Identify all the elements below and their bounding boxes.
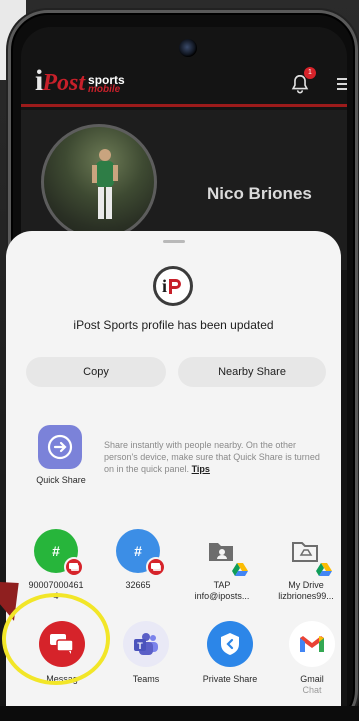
hamburger-menu-icon[interactable] xyxy=(337,78,347,90)
folder-icon xyxy=(200,529,248,576)
notification-badge: 1 xyxy=(304,67,316,79)
sheet-drag-handle[interactable] xyxy=(163,240,185,243)
share-app-teams[interactable]: T Teams xyxy=(106,621,186,685)
quick-share-icon[interactable] xyxy=(38,425,82,469)
front-camera xyxy=(179,39,197,57)
highlight-circle-annotation xyxy=(2,593,110,685)
player-name: Nico Briones xyxy=(207,184,312,203)
phone-bottom-bezel xyxy=(0,706,359,721)
quick-share-label: Quick Share xyxy=(36,475,86,485)
private-share-icon xyxy=(207,621,253,667)
tips-link[interactable]: Tips xyxy=(192,464,210,474)
google-drive-icon xyxy=(232,563,248,576)
teams-icon: T xyxy=(123,621,169,667)
direct-share-contact-2[interactable]: # 32665 xyxy=(98,529,178,591)
share-app-private-share[interactable]: Private Share xyxy=(190,621,270,685)
svg-text:i: i xyxy=(162,276,167,296)
messages-badge-icon xyxy=(146,557,166,577)
contact-avatar: # xyxy=(34,529,84,577)
copy-button[interactable]: Copy xyxy=(26,357,166,387)
ipost-sports-logo[interactable]: i Post sports mobile xyxy=(35,65,125,96)
profile-avatar[interactable] xyxy=(41,124,157,240)
direct-share-contact-1[interactable]: # 90007000461 4 xyxy=(16,529,96,602)
share-app-gmail[interactable]: Gmail Chat xyxy=(272,621,352,696)
quick-share-description: Share instantly with people nearby. On t… xyxy=(104,440,320,474)
gmail-icon xyxy=(289,621,335,667)
messages-badge-icon xyxy=(64,557,84,577)
folder-icon xyxy=(284,529,332,576)
google-drive-icon xyxy=(316,563,332,576)
direct-share-drive-mydrive[interactable]: My Drive lizbriones99... xyxy=(266,529,346,602)
ipost-app-icon: i xyxy=(153,266,193,306)
contact-avatar: # xyxy=(116,529,166,577)
player-photo xyxy=(92,149,118,219)
nearby-share-button[interactable]: Nearby Share xyxy=(178,357,326,387)
share-sheet-title: iPost Sports profile has been updated xyxy=(73,318,274,332)
direct-share-drive-tap[interactable]: TAP info@iposts... xyxy=(182,529,262,602)
svg-text:T: T xyxy=(137,641,143,651)
